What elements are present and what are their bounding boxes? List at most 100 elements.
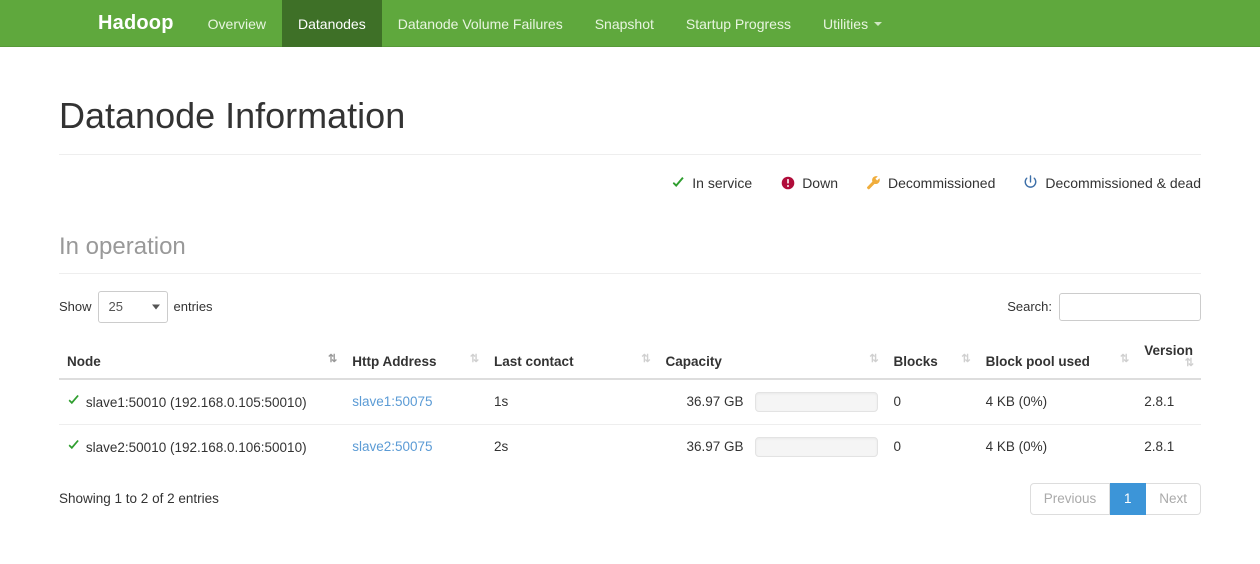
sort-icon: ⇅ — [1120, 352, 1129, 365]
legend-item-decommissioned-dead: Decommissioned & dead — [1023, 175, 1201, 191]
search-input[interactable] — [1059, 292, 1201, 321]
column-header-capacity[interactable]: Capacity ⇅ — [657, 334, 886, 380]
nav-item-snapshot[interactable]: Snapshot — [579, 0, 670, 47]
wrench-icon — [866, 175, 881, 190]
cell-version: 2.8.1 — [1136, 378, 1201, 425]
page-length-select[interactable]: 25 50 100 — [97, 290, 168, 323]
capacity-progress-bar — [754, 436, 878, 457]
column-label: Http Address — [352, 353, 437, 369]
page-container: Datanode Information In service Down Dec… — [59, 96, 1201, 515]
sort-icon: ⇅ — [327, 352, 337, 365]
column-header-node[interactable]: Node ⇅ — [59, 334, 345, 380]
cell-blocks: 0 — [885, 378, 978, 425]
nav-item-utilities[interactable]: Utilities — [807, 0, 898, 47]
cell-node: slave2:50010 (192.168.0.106:50010) — [59, 423, 345, 469]
nav-item-label: Snapshot — [594, 15, 654, 32]
cell-http-address: slave2:50075 — [344, 423, 487, 469]
legend-label: In service — [692, 174, 753, 191]
legend-label: Decommissioned — [887, 174, 996, 191]
http-address-link[interactable]: slave2:50075 — [352, 439, 432, 454]
cell-blocks: 0 — [885, 423, 978, 469]
show-label: Show — [59, 299, 92, 315]
column-header-last-contact[interactable]: Last contact ⇅ — [486, 334, 658, 380]
table-info: Showing 1 to 2 of 2 entries — [59, 491, 219, 507]
top-navbar: Hadoop Overview Datanodes Datanode Volum… — [0, 0, 1260, 47]
cell-last-contact: 1s — [486, 378, 658, 425]
pagination: Previous 1 Next — [1029, 482, 1201, 515]
sort-icon: ⇅ — [961, 352, 970, 365]
column-label: Node — [67, 353, 101, 369]
nav-item-label: Overview — [207, 15, 266, 32]
column-header-http-address[interactable]: Http Address ⇅ — [344, 334, 487, 380]
sort-icon: ⇅ — [641, 352, 650, 365]
legend-label: Decommissioned & dead — [1045, 174, 1201, 191]
node-name: slave1:50010 (192.168.0.105:50010) — [85, 394, 307, 410]
page-title: Datanode Information — [59, 96, 1201, 155]
column-label: Capacity — [665, 353, 722, 369]
cell-http-address: slave1:50075 — [344, 378, 487, 425]
capacity-text: 36.97 GB — [686, 439, 744, 455]
nav-item-datanode-volume-failures[interactable]: Datanode Volume Failures — [382, 0, 579, 47]
search-label: Search: — [1007, 299, 1052, 315]
column-header-version[interactable]: Version ⇅ — [1136, 334, 1201, 380]
nav-item-label: Startup Progress — [685, 15, 791, 32]
sort-icon: ⇅ — [1184, 356, 1194, 369]
brand-logo[interactable]: Hadoop — [80, 0, 192, 47]
column-header-blocks[interactable]: Blocks ⇅ — [885, 334, 978, 380]
nav-item-startup-progress[interactable]: Startup Progress — [670, 0, 807, 47]
table-row: slave2:50010 (192.168.0.106:50010) slave… — [59, 423, 1201, 469]
column-label: Block pool used — [985, 353, 1090, 369]
table-footer: Showing 1 to 2 of 2 entries Previous 1 N… — [59, 482, 1201, 515]
page-length-select-wrapper: 25 50 100 — [97, 290, 168, 323]
nav-item-label: Datanodes — [298, 15, 366, 32]
cell-last-contact: 2s — [486, 423, 658, 469]
nav-item-label: Datanode Volume Failures — [397, 15, 563, 32]
column-label: Blocks — [893, 353, 938, 369]
column-label: Version — [1144, 342, 1193, 358]
search-control: Search: — [1007, 292, 1201, 321]
capacity-progress-bar — [754, 391, 878, 412]
status-legend: In service Down Decommissioned Decommiss… — [59, 175, 1201, 191]
nav-item-overview[interactable]: Overview — [192, 0, 282, 47]
section-title-in-operation: In operation — [59, 233, 1201, 274]
chevron-down-icon — [874, 21, 883, 26]
check-icon — [67, 439, 84, 455]
exclamation-circle-icon — [780, 175, 795, 190]
capacity-wrapper: 36.97 GB — [666, 436, 878, 457]
table-body: slave1:50010 (192.168.0.105:50010) slave… — [59, 378, 1201, 469]
pagination-page-1-button[interactable]: 1 — [1110, 482, 1147, 515]
table-header-row: Node ⇅ Http Address ⇅ Last contact ⇅ Cap… — [59, 334, 1201, 380]
entries-label: entries — [173, 299, 213, 315]
cell-capacity: 36.97 GB — [657, 378, 886, 425]
nav-item-label: Utilities — [822, 15, 869, 32]
http-address-link[interactable]: slave1:50075 — [352, 394, 432, 409]
pagination-next-button[interactable]: Next — [1146, 482, 1201, 515]
column-header-block-pool-used[interactable]: Block pool used ⇅ — [977, 334, 1137, 380]
nav-item-datanodes[interactable]: Datanodes — [282, 0, 382, 47]
table-head: Node ⇅ Http Address ⇅ Last contact ⇅ Cap… — [59, 334, 1201, 380]
sort-icon: ⇅ — [869, 352, 878, 365]
legend-label: Down — [802, 174, 838, 191]
navbar-items: Hadoop Overview Datanodes Datanode Volum… — [80, 0, 898, 47]
check-icon — [670, 175, 685, 190]
cell-node: slave1:50010 (192.168.0.105:50010) — [59, 378, 345, 425]
cell-block-pool-used: 4 KB (0%) — [977, 423, 1137, 469]
page-length-control: Show 25 50 100 entries — [59, 290, 213, 323]
cell-version: 2.8.1 — [1136, 423, 1201, 469]
sort-icon: ⇅ — [469, 352, 479, 365]
column-label: Last contact — [494, 353, 574, 369]
legend-item-in-service: In service — [670, 175, 752, 191]
cell-block-pool-used: 4 KB (0%) — [977, 378, 1137, 425]
capacity-wrapper: 36.97 GB — [666, 391, 878, 412]
table-controls: Show 25 50 100 entries Search: — [59, 290, 1201, 324]
node-name: slave2:50010 (192.168.0.106:50010) — [85, 439, 307, 455]
legend-item-down: Down — [780, 175, 838, 191]
datanodes-table: Node ⇅ Http Address ⇅ Last contact ⇅ Cap… — [59, 334, 1201, 469]
pagination-previous-button[interactable]: Previous — [1029, 482, 1111, 515]
cell-capacity: 36.97 GB — [657, 423, 886, 469]
power-icon — [1023, 175, 1038, 190]
table-row: slave1:50010 (192.168.0.105:50010) slave… — [59, 378, 1201, 425]
check-icon — [67, 394, 84, 410]
capacity-text: 36.97 GB — [686, 394, 744, 410]
legend-item-decommissioned: Decommissioned — [866, 175, 995, 191]
